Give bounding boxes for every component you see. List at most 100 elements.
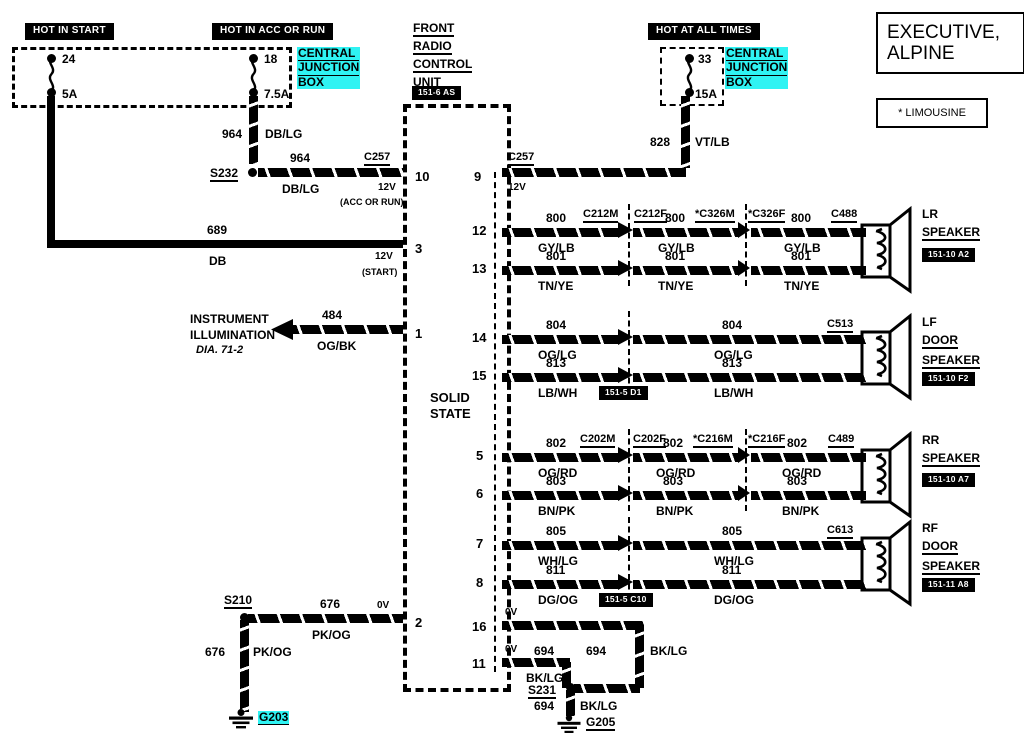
fuse-24-rating-label: 5A xyxy=(62,87,78,101)
fuse-24-cavity-label: 24 xyxy=(62,52,76,66)
pin-13-number: 13 xyxy=(472,261,487,276)
connector-c202-separator xyxy=(628,429,630,511)
wire-803-circuit-1: 803 xyxy=(546,474,567,488)
connector-c216-separator xyxy=(745,429,747,511)
wire-484-color-label: OG/BK xyxy=(317,339,357,353)
ground-symbol-g203-icon xyxy=(229,709,253,729)
wire-800-circuit-2: 800 xyxy=(665,211,686,225)
connector-c489-label: C489 xyxy=(828,434,855,448)
pin-5-number: 5 xyxy=(476,448,484,463)
wire-803-circuit-3: 803 xyxy=(787,474,808,488)
connector-arrow-800-a-icon xyxy=(618,222,633,238)
wire-694-right-circuit: 694 xyxy=(586,644,607,658)
wire-801-segment-1 xyxy=(502,266,620,275)
wire-803-color-3: BN/PK xyxy=(782,504,820,518)
wire-801-color-1: TN/YE xyxy=(538,279,574,293)
instrument-illumination-line1: INSTRUMENT xyxy=(190,312,269,326)
rf-door-speaker-symbol-icon xyxy=(860,518,912,607)
pin-10-number: 10 xyxy=(415,169,430,184)
connector-c257-right-label: C257 xyxy=(508,152,535,166)
wire-676-horizontal-circuit: 676 xyxy=(320,597,341,611)
module-title-line-3: CONTROL xyxy=(413,57,473,73)
wire-676-horizontal-color: PK/OG xyxy=(312,628,351,642)
rf-door-speaker-label-line3: SPEAKER xyxy=(922,559,981,575)
fuse-33-cavity-label: 33 xyxy=(698,52,712,66)
wiring-diagram-canvas: EXECUTIVE, ALPINE * LIMOUSINE HOT IN STA… xyxy=(0,0,1024,745)
wire-800-segment-1 xyxy=(502,228,620,237)
wire-813-segment-1 xyxy=(502,373,620,382)
pin-7-number: 7 xyxy=(476,536,484,551)
module-solid-state-line2: STATE xyxy=(430,406,471,421)
rf-door-speaker-reference: 151-11 A8 xyxy=(922,578,975,592)
connector-c513-separator xyxy=(628,311,630,393)
module-title-line-2: RADIO xyxy=(413,39,452,55)
pin-2-number: 2 xyxy=(415,615,423,630)
rf-door-speaker-inline-reference: 151-5 C10 xyxy=(599,593,653,607)
wire-694-right-color: BK/LG xyxy=(650,644,688,658)
wire-802-segment-2 xyxy=(633,453,739,462)
wire-676-vertical-color: PK/OG xyxy=(253,645,292,659)
wire-689-vertical-segment xyxy=(47,96,55,248)
wire-800-circuit-3: 800 xyxy=(791,211,812,225)
wire-689-circuit-label: 689 xyxy=(207,223,228,237)
pin-9-number: 9 xyxy=(474,169,482,184)
connector-c212m-label: C212M xyxy=(583,209,619,223)
wire-803-color-1: BN/PK xyxy=(538,504,576,518)
connector-c613-label: C613 xyxy=(827,525,854,539)
wire-800-segment-3 xyxy=(751,228,866,237)
rr-speaker-label-line1: RR xyxy=(922,433,940,447)
rf-door-speaker-label-line1: RF xyxy=(922,521,938,535)
wire-828-vertical xyxy=(681,96,690,168)
pin-12-number: 12 xyxy=(472,223,487,238)
wire-813-segment-2 xyxy=(633,373,866,382)
wire-801-circuit-1: 801 xyxy=(546,249,567,263)
wire-828-color-label: VT/LB xyxy=(695,135,730,149)
instrument-illumination-line2: ILLUMINATION xyxy=(190,328,276,342)
title-box-executive-alpine: EXECUTIVE, ALPINE xyxy=(876,12,1024,74)
ground-g205-label: G205 xyxy=(586,715,616,731)
wire-802-segment-1 xyxy=(502,453,620,462)
connector-c257-left-label: C257 xyxy=(364,152,391,166)
wire-484-horizontal xyxy=(290,325,403,334)
title-line-2: ALPINE xyxy=(887,43,955,64)
splice-s232-label: S232 xyxy=(210,166,239,182)
fuse-18-rating-label: 7.5A xyxy=(264,87,290,101)
wire-964-vertical-circuit: 964 xyxy=(222,127,243,141)
instrument-illumination-diagram-ref: DIA. 71-2 xyxy=(196,344,244,356)
lf-door-speaker-label-line2: DOOR xyxy=(922,333,958,349)
banner-hot-in-acc-or-run: HOT IN ACC OR RUN xyxy=(212,23,334,40)
wire-694-ground-color: BK/LG xyxy=(580,699,618,713)
module-solid-state-line1: SOLID xyxy=(430,390,470,405)
module-title-line-1: FRONT xyxy=(413,21,455,37)
wire-805-circuit-2: 805 xyxy=(722,524,743,538)
wire-802-circuit-3: 802 xyxy=(787,436,808,450)
wire-813-circuit-2: 813 xyxy=(722,356,743,370)
cjb-left-line3: BOX xyxy=(298,74,325,89)
wire-811-circuit-2: 811 xyxy=(722,563,742,577)
lr-speaker-reference: 151-10 A2 xyxy=(922,248,976,262)
wire-804-segment-2 xyxy=(633,335,866,344)
splice-s231-label: S231 xyxy=(528,683,557,699)
wire-694-right-vertical xyxy=(635,626,644,688)
pin-2-voltage: 0V xyxy=(377,600,390,611)
connector-arrow-804-icon xyxy=(618,329,633,345)
wire-801-circuit-2: 801 xyxy=(665,249,686,263)
wire-964-vertical-color: DB/LG xyxy=(265,127,303,141)
connector-arrow-803-a-icon xyxy=(618,485,633,501)
wire-676-horizontal xyxy=(248,614,403,623)
pin-8-number: 8 xyxy=(476,575,484,590)
connector-arrow-802-a-icon xyxy=(618,447,633,463)
wire-828-circuit-label: 828 xyxy=(650,135,671,149)
pin-11-voltage: 0V xyxy=(505,644,518,655)
connector-c216f-label: *C216F xyxy=(748,434,786,448)
connector-arrow-813-icon xyxy=(618,367,633,383)
lf-door-speaker-reference: 151-10 F2 xyxy=(922,372,975,386)
ground-g203-label: G203 xyxy=(258,710,290,726)
wire-964-vertical xyxy=(249,96,258,164)
splice-s232-node xyxy=(248,168,257,177)
pin-10-state: (ACC OR RUN) xyxy=(340,197,404,207)
lf-door-speaker-label-line3: SPEAKER xyxy=(922,353,981,369)
wire-804-circuit-2: 804 xyxy=(722,318,743,332)
module-reference-box: 151-6 AS xyxy=(412,86,462,100)
wire-811-circuit-1: 811 xyxy=(546,563,566,577)
